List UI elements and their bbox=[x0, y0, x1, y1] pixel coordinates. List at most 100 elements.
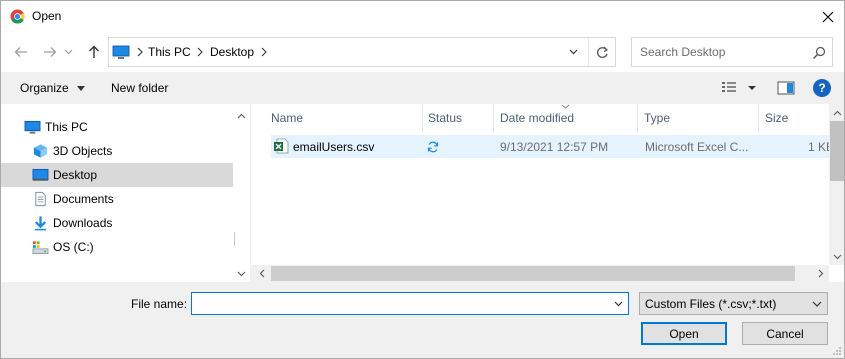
organize-button[interactable]: Organize bbox=[20, 81, 86, 95]
tree-item-3d-objects[interactable]: 3D Objects bbox=[1, 139, 233, 163]
tree-item-label: OS (C:) bbox=[53, 240, 94, 254]
breadcrumb-this-pc[interactable]: This PC bbox=[148, 45, 191, 59]
tree-item-label: This PC bbox=[45, 120, 88, 134]
chrome-icon bbox=[10, 9, 25, 24]
column-header-name[interactable]: Name bbox=[271, 104, 303, 132]
chevron-up-icon bbox=[237, 113, 246, 118]
file-type-filter-select[interactable]: Custom Files (*.csv;*.txt) bbox=[639, 292, 828, 315]
open-dialog: Open This PC Desktop Search Desktop Orga… bbox=[0, 0, 845, 359]
chevron-down-icon bbox=[812, 301, 822, 307]
column-divider[interactable] bbox=[637, 104, 638, 132]
computer-icon bbox=[112, 45, 130, 59]
tree-item-label: 3D Objects bbox=[53, 144, 113, 158]
column-divider[interactable] bbox=[758, 104, 759, 132]
new-folder-button[interactable]: New folder bbox=[111, 81, 168, 95]
chevron-up-icon bbox=[833, 110, 841, 115]
organize-label: Organize bbox=[20, 81, 69, 95]
column-header-type[interactable]: Type bbox=[644, 104, 670, 132]
file-list-vertical-scrollbar[interactable] bbox=[829, 104, 844, 265]
column-header-status[interactable]: Status bbox=[428, 104, 462, 132]
arrow-up-icon bbox=[89, 45, 99, 58]
command-bar: Organize New folder ? bbox=[1, 72, 844, 104]
tree-item-downloads[interactable]: Downloads bbox=[1, 211, 233, 235]
resize-grip-icon[interactable] bbox=[832, 346, 842, 356]
chevron-down-icon bbox=[614, 301, 622, 306]
download-icon bbox=[34, 216, 47, 231]
breadcrumb-desktop[interactable]: Desktop bbox=[210, 45, 254, 59]
arrow-left-icon bbox=[14, 47, 27, 57]
excel-file-icon bbox=[274, 138, 289, 154]
recent-locations-button[interactable] bbox=[61, 41, 75, 63]
arrow-right-icon bbox=[44, 47, 57, 57]
file-type-filter-value: Custom Files (*.csv;*.txt) bbox=[645, 297, 777, 311]
dialog-footer: File name: Custom Files (*.csv;*.txt) Op… bbox=[1, 282, 844, 358]
chevron-down-icon bbox=[64, 49, 72, 55]
scrollbar-track bbox=[234, 232, 235, 246]
caret-down-icon bbox=[77, 86, 86, 92]
column-header-size[interactable]: Size bbox=[765, 104, 788, 132]
file-type: Microsoft Excel C... bbox=[645, 140, 749, 154]
scroll-left-button[interactable] bbox=[253, 265, 270, 282]
search-input[interactable]: Search Desktop bbox=[640, 45, 725, 59]
search-icon[interactable] bbox=[812, 46, 826, 60]
chevron-right-icon bbox=[261, 47, 267, 57]
tree-item-label: Documents bbox=[53, 192, 114, 206]
navigation-bar: This PC Desktop Search Desktop bbox=[1, 32, 844, 72]
search-box[interactable]: Search Desktop bbox=[631, 37, 833, 67]
chevron-right-icon bbox=[197, 47, 203, 57]
column-divider[interactable] bbox=[493, 104, 494, 132]
tree-item-os-c[interactable]: OS (C:) bbox=[1, 235, 233, 259]
sort-ascending-icon bbox=[561, 104, 570, 109]
scroll-up-button[interactable] bbox=[233, 107, 250, 124]
scrollbar-thumb[interactable] bbox=[830, 121, 844, 181]
cancel-button[interactable]: Cancel bbox=[742, 322, 828, 345]
tree-item-desktop[interactable]: Desktop bbox=[1, 163, 233, 187]
drive-icon bbox=[32, 241, 49, 254]
scroll-right-button[interactable] bbox=[812, 265, 829, 282]
chevron-left-icon bbox=[259, 269, 264, 278]
title-bar: Open bbox=[1, 1, 844, 32]
scrollbar-thumb[interactable] bbox=[271, 266, 795, 281]
sync-icon bbox=[427, 141, 439, 153]
file-date-modified: 9/13/2021 12:57 PM bbox=[500, 140, 609, 154]
refresh-button[interactable] bbox=[588, 38, 616, 66]
file-name-field[interactable] bbox=[191, 292, 629, 315]
chevron-right-icon bbox=[818, 269, 823, 278]
change-view-button[interactable] bbox=[721, 80, 761, 98]
scroll-down-button[interactable] bbox=[233, 265, 250, 282]
open-button[interactable]: Open bbox=[641, 322, 727, 345]
file-name-label: File name: bbox=[131, 297, 188, 311]
address-dropdown-button[interactable] bbox=[560, 38, 586, 66]
file-list-horizontal-scrollbar[interactable] bbox=[251, 265, 829, 282]
tree-item-label: Downloads bbox=[53, 216, 113, 230]
navigation-pane: This PC 3D Objects Desktop Documents Dow… bbox=[1, 104, 250, 282]
scroll-up-button[interactable] bbox=[829, 104, 844, 121]
column-divider[interactable] bbox=[422, 104, 423, 132]
close-icon bbox=[822, 11, 834, 22]
tree-item-label: Desktop bbox=[53, 168, 98, 182]
file-name: emailUsers.csv bbox=[293, 140, 375, 154]
navigation-pane-scrollbar[interactable] bbox=[233, 104, 250, 282]
preview-pane-button[interactable] bbox=[777, 80, 795, 96]
chevron-down-icon bbox=[237, 271, 246, 276]
refresh-icon bbox=[596, 46, 609, 58]
address-bar[interactable]: This PC Desktop bbox=[108, 37, 616, 67]
file-list: Name Status Date modified Type Size emai… bbox=[250, 104, 844, 282]
file-row[interactable]: emailUsers.csv 9/13/2021 12:57 PM Micros… bbox=[271, 135, 834, 158]
details-view-icon bbox=[722, 82, 756, 92]
forward-button[interactable] bbox=[39, 41, 61, 63]
chevron-right-icon bbox=[137, 47, 143, 57]
document-icon bbox=[35, 191, 46, 207]
help-button[interactable]: ? bbox=[813, 79, 831, 97]
tree-item-this-pc[interactable]: This PC bbox=[1, 115, 233, 139]
back-button[interactable] bbox=[10, 41, 32, 63]
scroll-down-button[interactable] bbox=[829, 248, 844, 265]
computer-icon bbox=[24, 120, 41, 134]
desktop-icon bbox=[32, 168, 49, 181]
file-name-dropdown-button[interactable] bbox=[611, 296, 625, 311]
up-button[interactable] bbox=[83, 41, 105, 63]
tree-item-documents[interactable]: Documents bbox=[1, 187, 233, 211]
preview-pane-icon bbox=[777, 81, 795, 95]
close-button[interactable] bbox=[812, 1, 844, 32]
chevron-down-icon bbox=[569, 49, 577, 55]
